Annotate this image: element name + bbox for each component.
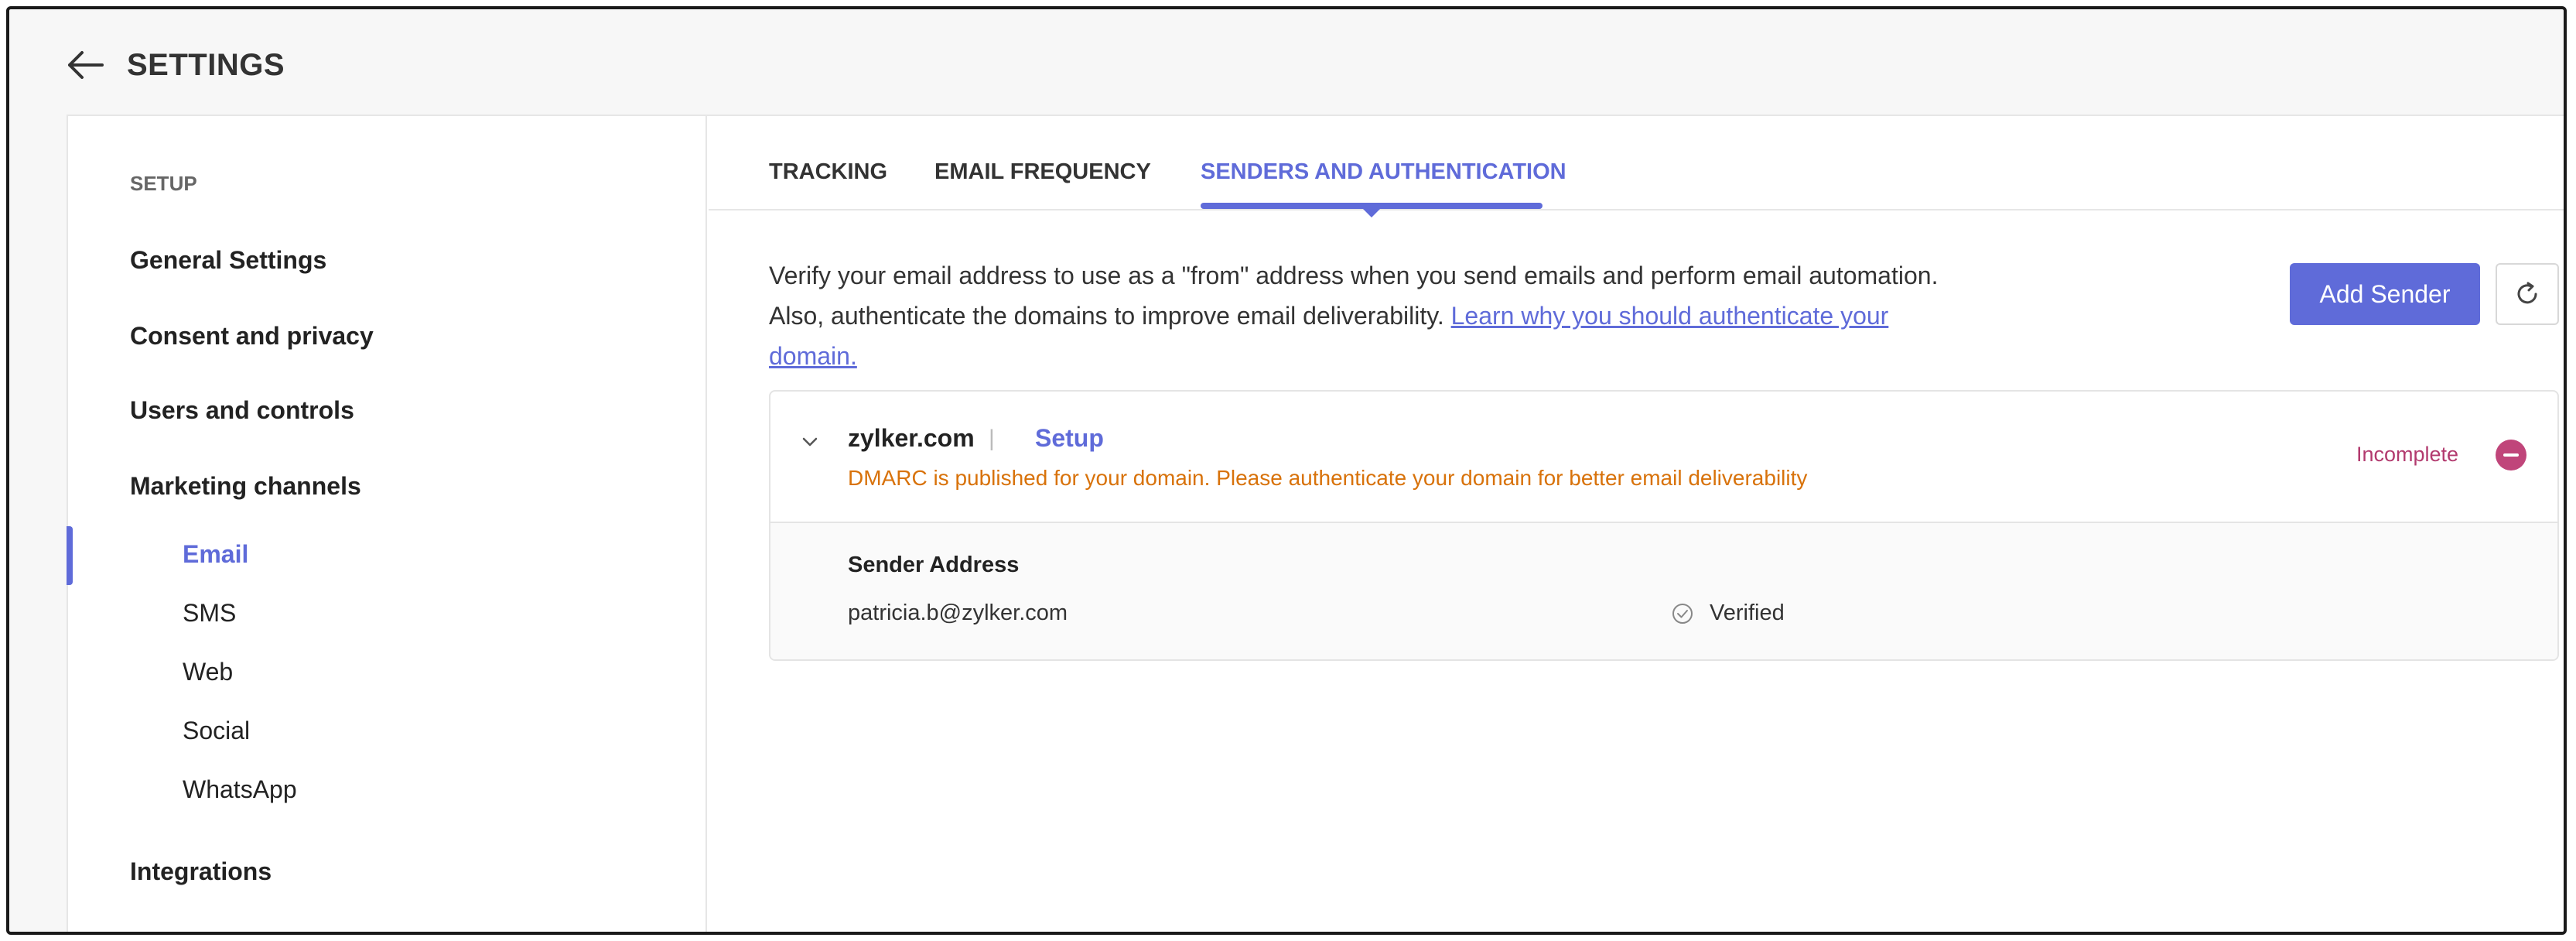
sidebar-item-users-controls[interactable]: Users and controls <box>130 396 354 425</box>
tab-email-frequency[interactable]: EMAIL FREQUENCY <box>934 159 1151 185</box>
incomplete-status-icon <box>2496 440 2526 470</box>
page-title: SETTINGS <box>127 48 285 82</box>
domain-card: zylker.com | Setup DMARC is published fo… <box>769 390 2559 661</box>
sidebar-item-whatsapp[interactable]: WhatsApp <box>183 775 297 804</box>
active-indicator <box>67 526 73 585</box>
sender-address-header: Sender Address <box>848 553 1020 577</box>
sidebar-item-social[interactable]: Social <box>183 717 250 745</box>
sidebar-item-consent-privacy[interactable]: Consent and privacy <box>130 322 374 351</box>
active-tab-caret-icon <box>1363 209 1380 217</box>
tab-bar: TRACKING EMAIL FREQUENCY SENDERS AND AUT… <box>709 116 2564 217</box>
active-tab-underline <box>1201 203 1543 209</box>
app-window: SETTINGS SETUP General Settings Consent … <box>6 6 2567 935</box>
sidebar-item-web[interactable]: Web <box>183 658 233 686</box>
sidebar-section-label: SETUP <box>130 172 197 195</box>
refresh-button[interactable] <box>2496 263 2559 325</box>
separator: | <box>989 426 995 451</box>
status-badge: Incomplete <box>2356 443 2459 466</box>
dmarc-warning: DMARC is published for your domain. Plea… <box>848 466 1808 490</box>
sender-table: Sender Address patricia.b@zylker.com Ver… <box>770 523 2557 659</box>
check-circle-icon <box>1672 604 1693 624</box>
domain-name: zylker.com <box>848 424 975 452</box>
back-arrow-icon[interactable] <box>63 45 113 88</box>
sidebar-item-sms[interactable]: SMS <box>183 599 236 628</box>
sidebar-item-general-settings[interactable]: General Settings <box>130 246 326 275</box>
tab-tracking[interactable]: TRACKING <box>769 159 887 185</box>
sender-email: patricia.b@zylker.com <box>848 601 1068 625</box>
top-bar: SETTINGS <box>9 9 2564 118</box>
sidebar-item-email[interactable]: Email <box>183 540 248 569</box>
setup-link[interactable]: Setup <box>1035 424 1104 453</box>
chevron-down-icon[interactable] <box>798 430 822 453</box>
refresh-icon <box>2517 282 2537 304</box>
domain-card-header: zylker.com | Setup DMARC is published fo… <box>770 392 2557 523</box>
description: Verify your email address to use as a "f… <box>769 255 1976 376</box>
sidebar: SETUP General Settings Consent and priva… <box>67 116 707 932</box>
tab-senders-authentication[interactable]: SENDERS AND AUTHENTICATION <box>1201 159 1566 185</box>
sidebar-item-integrations[interactable]: Integrations <box>130 857 272 886</box>
verified-status: Verified <box>1710 601 1785 625</box>
main-content: TRACKING EMAIL FREQUENCY SENDERS AND AUT… <box>709 116 2564 932</box>
settings-panel: SETUP General Settings Consent and priva… <box>67 115 2564 932</box>
sidebar-item-marketing-channels[interactable]: Marketing channels <box>130 472 361 501</box>
add-sender-button[interactable]: Add Sender <box>2290 263 2480 325</box>
